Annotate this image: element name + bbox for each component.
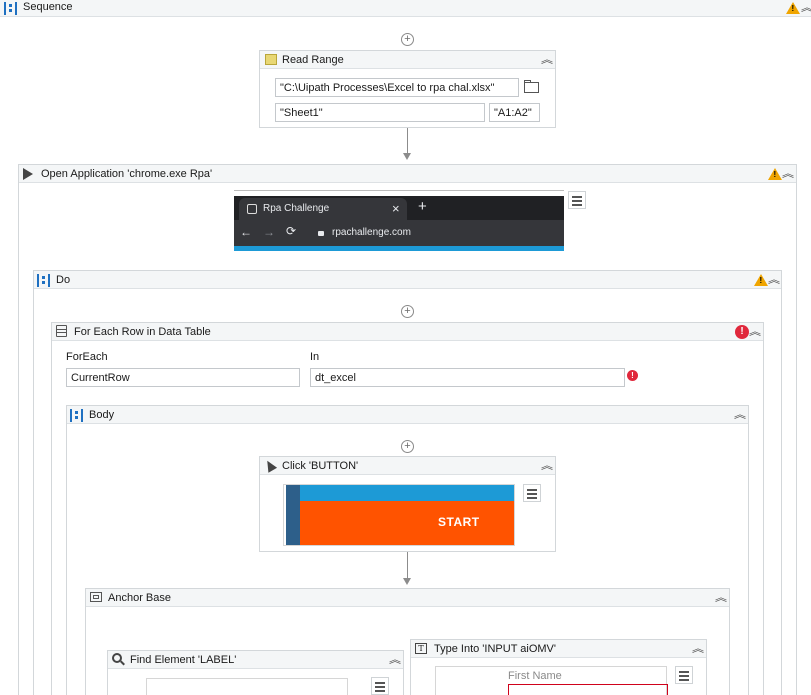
type-into-activity[interactable]: T Type Into 'INPUT aiOMV' ︽ First Name bbox=[410, 639, 707, 695]
preview-top-line bbox=[234, 190, 564, 191]
body-sequence-icon bbox=[70, 409, 83, 422]
start-button-preview: START bbox=[300, 501, 514, 545]
click-title: Click 'BUTTON' bbox=[282, 460, 359, 472]
body-header[interactable]: Body ︽ bbox=[67, 406, 748, 424]
play-icon bbox=[23, 168, 33, 180]
find-element-header[interactable]: Find Element 'LABEL' ︽ bbox=[108, 651, 403, 669]
first-name-input-preview bbox=[508, 684, 668, 695]
preview-top-bar bbox=[300, 485, 514, 501]
magnifier-handle bbox=[120, 660, 125, 666]
open-application-warning-icon[interactable] bbox=[768, 168, 782, 180]
browser-tab-strip: Rpa Challenge × + bbox=[234, 196, 564, 220]
foreach-label: ForEach bbox=[66, 351, 108, 363]
read-range-header[interactable]: Read Range ︽ bbox=[260, 51, 555, 69]
anchor-base-collapse-icon[interactable]: ︽ bbox=[715, 594, 727, 604]
click-collapse-icon[interactable]: ︽ bbox=[541, 462, 553, 472]
sheet-name-field[interactable]: "Sheet1" bbox=[275, 103, 485, 122]
browser-preview: Rpa Challenge × + ← → ⟳ rpachallenge.com bbox=[234, 190, 564, 253]
anchor-base-header[interactable]: Anchor Base ︽ bbox=[86, 589, 729, 607]
back-icon: ← bbox=[240, 225, 252, 239]
for-each-header[interactable]: For Each Row in Data Table ! ︽ bbox=[52, 323, 763, 341]
tab-favicon-icon bbox=[247, 204, 257, 214]
do-warning-icon[interactable] bbox=[754, 274, 768, 286]
type-into-title: Type Into 'INPUT aiOMV' bbox=[434, 643, 556, 655]
workbook-path-field[interactable]: "C:\Uipath Processes\Excel to rpa chal.x… bbox=[275, 78, 519, 97]
do-add-activity-plus-icon[interactable]: + bbox=[401, 305, 414, 318]
sequence-header[interactable]: Sequence ︽ bbox=[0, 0, 811, 17]
sequence-title: Sequence bbox=[23, 1, 73, 13]
open-application-menu-button[interactable] bbox=[568, 191, 586, 209]
anchor-base-title: Anchor Base bbox=[108, 592, 171, 604]
data-table-icon bbox=[56, 325, 67, 337]
new-tab-icon: + bbox=[418, 198, 427, 215]
range-field[interactable]: "A1:A2" bbox=[489, 103, 540, 122]
type-into-icon: T bbox=[415, 643, 427, 654]
do-header[interactable]: Do ︽ bbox=[34, 271, 781, 289]
find-element-collapse-icon[interactable]: ︽ bbox=[389, 656, 401, 666]
type-into-collapse-icon[interactable]: ︽ bbox=[692, 645, 704, 655]
for-each-collapse-icon[interactable]: ︽ bbox=[749, 328, 761, 338]
tab-title: Rpa Challenge bbox=[263, 203, 330, 214]
click-button-activity[interactable]: Click 'BUTTON' ︽ START bbox=[259, 456, 556, 552]
browse-folder-icon[interactable] bbox=[523, 79, 541, 95]
click-pointer-icon bbox=[262, 458, 278, 473]
browser-active-tab: Rpa Challenge × bbox=[239, 198, 407, 220]
open-application-header[interactable]: Open Application 'chrome.exe Rpa' ︽ bbox=[19, 165, 796, 183]
click-header[interactable]: Click 'BUTTON' ︽ bbox=[260, 457, 555, 475]
do-collapse-icon[interactable]: ︽ bbox=[768, 276, 780, 286]
type-into-preview: First Name bbox=[435, 666, 668, 695]
lock-icon bbox=[318, 231, 324, 236]
tab-close-icon: × bbox=[392, 201, 400, 216]
type-into-menu-button[interactable] bbox=[675, 666, 693, 684]
body-add-activity-plus-icon[interactable]: + bbox=[401, 440, 414, 453]
find-element-preview bbox=[146, 678, 348, 695]
sequence-warning-icon[interactable] bbox=[786, 2, 800, 14]
foreach-variable-field[interactable]: CurrentRow bbox=[66, 368, 300, 387]
read-range-title: Read Range bbox=[282, 54, 344, 66]
sequence-collapse-icon[interactable]: ︽ bbox=[801, 4, 811, 14]
flow-connector bbox=[407, 128, 408, 153]
page-accent-strip bbox=[234, 246, 564, 251]
browser-url: rpachallenge.com bbox=[332, 227, 411, 238]
flow-arrow-2 bbox=[403, 578, 411, 585]
click-target-preview: START bbox=[283, 484, 515, 546]
body-title: Body bbox=[89, 409, 115, 421]
open-application-title: Open Application 'chrome.exe Rpa' bbox=[41, 168, 213, 180]
excel-range-icon bbox=[265, 54, 277, 65]
read-range-activity[interactable]: Read Range ︽ "C:\Uipath Processes\Excel … bbox=[259, 50, 556, 128]
in-field-error-icon[interactable]: ! bbox=[627, 370, 638, 381]
find-element-title: Find Element 'LABEL' bbox=[130, 654, 237, 666]
in-label: In bbox=[310, 351, 320, 363]
body-collapse-icon[interactable]: ︽ bbox=[734, 411, 746, 421]
flow-arrow bbox=[403, 153, 411, 160]
reload-icon: ⟳ bbox=[286, 224, 297, 238]
in-datatable-field[interactable]: dt_excel bbox=[310, 368, 625, 387]
find-element-activity[interactable]: Find Element 'LABEL' ︽ bbox=[107, 650, 404, 695]
forward-icon: → bbox=[263, 225, 275, 239]
click-menu-button[interactable] bbox=[523, 484, 541, 502]
do-sequence-icon bbox=[37, 274, 50, 287]
anchor-icon bbox=[90, 592, 102, 602]
open-application-collapse-icon[interactable]: ︽ bbox=[782, 170, 794, 180]
for-each-title: For Each Row in Data Table bbox=[74, 326, 211, 338]
preview-left-edge bbox=[286, 485, 300, 545]
type-into-header[interactable]: T Type Into 'INPUT aiOMV' ︽ bbox=[411, 640, 706, 658]
find-element-menu-button[interactable] bbox=[371, 677, 389, 695]
add-activity-plus-icon[interactable]: + bbox=[401, 33, 414, 46]
read-range-collapse-icon[interactable]: ︽ bbox=[541, 56, 553, 66]
start-button-text: START bbox=[438, 515, 480, 529]
sequence-icon bbox=[4, 2, 17, 15]
browser-toolbar: ← → ⟳ rpachallenge.com bbox=[234, 220, 564, 246]
flow-connector-2 bbox=[407, 552, 408, 578]
for-each-error-icon[interactable]: ! bbox=[735, 325, 749, 339]
do-title: Do bbox=[56, 274, 71, 286]
first-name-label: First Name bbox=[508, 670, 562, 682]
